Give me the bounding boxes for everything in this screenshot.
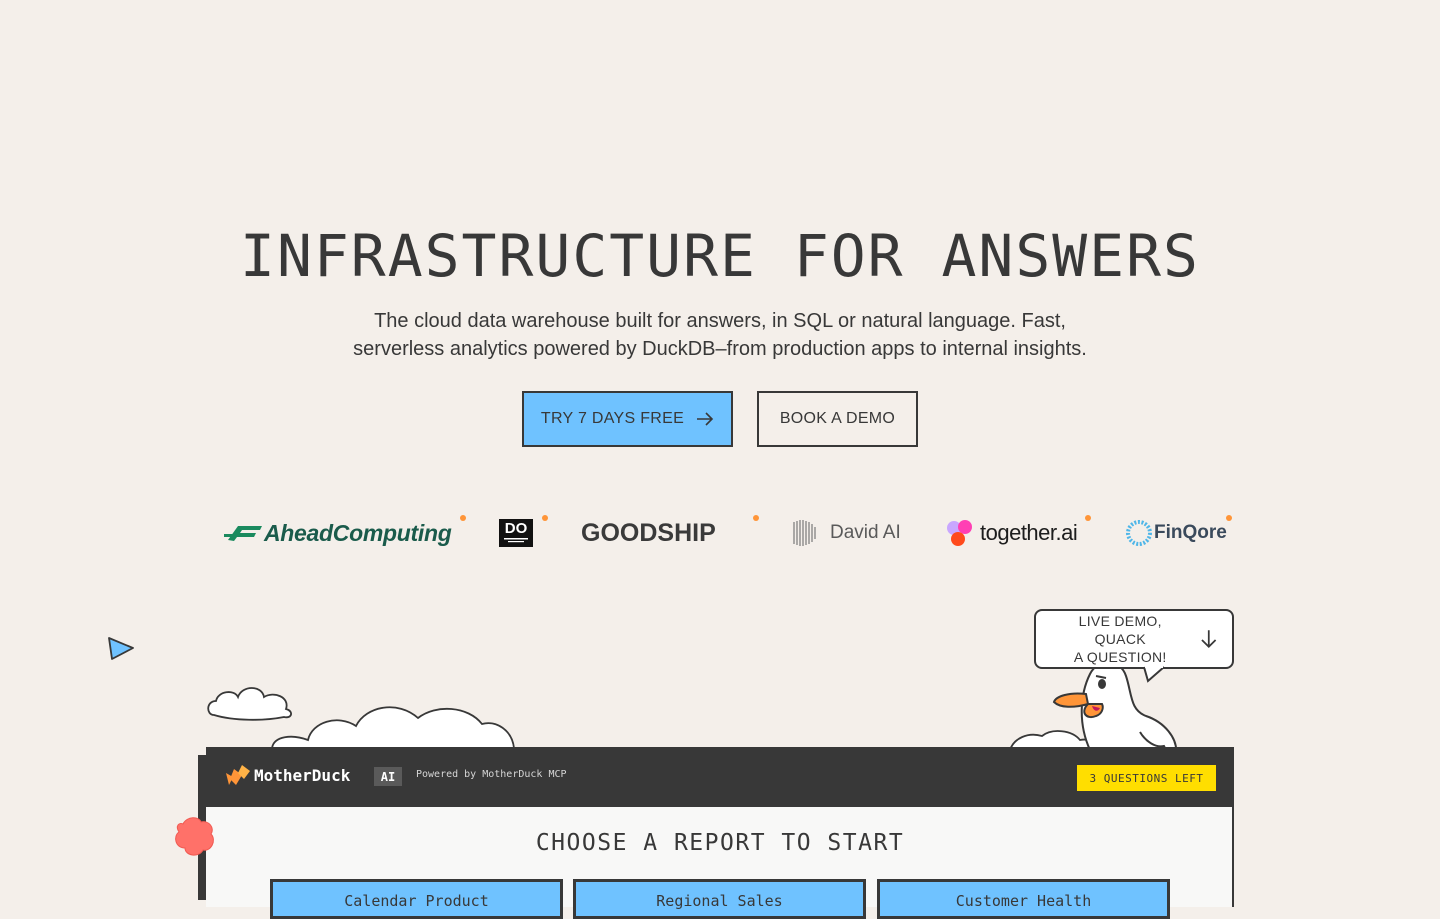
do-something-subtext-icon <box>504 538 528 543</box>
live-demo-callout[interactable]: LIVE DEMO, QUACK A QUESTION! <box>1034 609 1234 669</box>
live-demo-line2: A QUESTION! <box>1073 649 1167 665</box>
together-ai-logo[interactable]: together.ai <box>944 505 1091 561</box>
report-card-label: Calendar Product <box>344 892 489 910</box>
together-ai-mark-icon <box>947 520 972 546</box>
live-demo-line1: LIVE DEMO, QUACK <box>1078 613 1162 647</box>
finqore-mark-icon <box>1126 520 1152 546</box>
hero-title: INFRASTRUCTURE FOR ANSWERS <box>240 222 1200 290</box>
report-card-regional-sales[interactable]: Regional Sales <box>573 879 866 919</box>
logo-dot <box>460 515 466 521</box>
report-card-label: Customer Health <box>955 892 1092 910</box>
live-demo-callout-text: LIVE DEMO, QUACK A QUESTION! <box>1052 612 1188 666</box>
motherduck-brand: MotherDuck <box>254 766 351 785</box>
choose-report-title: CHOOSE A REPORT TO START <box>535 830 905 856</box>
book-demo-label: BOOK A DEMO <box>779 410 896 427</box>
customer-logos: AheadComputing DO GOODSHIP David AI toge… <box>0 505 1440 565</box>
hero-subtitle-line1: The cloud data warehouse built for answe… <box>374 310 1066 332</box>
questions-left-badge: 3 QUESTIONS LEFT <box>1077 765 1216 791</box>
powered-by-text: Powered by MotherDuck MCP <box>416 769 567 780</box>
motherduck-logo-icon <box>226 765 250 785</box>
david-ai-logo[interactable]: David AI <box>792 505 901 561</box>
report-card-customer-health[interactable]: Customer Health <box>877 879 1170 919</box>
hero-subtitle-line2: serverless analytics powered by DuckDB–f… <box>353 338 1087 360</box>
logo-dot <box>1226 515 1232 521</box>
report-card-calendar-product[interactable]: Calendar Product <box>270 879 563 919</box>
do-something-logo[interactable]: DO <box>499 505 548 561</box>
large-cloud-icon <box>271 706 515 749</box>
finqore-text: FinQore <box>1154 522 1227 543</box>
ai-badge: AI <box>374 767 402 786</box>
ahead-computing-mark-icon <box>224 526 262 541</box>
finqore-logo[interactable]: FinQore <box>1124 505 1232 561</box>
callout-tail <box>1143 665 1165 683</box>
logo-dot <box>542 515 548 521</box>
report-card-label: Regional Sales <box>656 892 783 910</box>
do-something-text: DO <box>504 520 528 537</box>
hero-subtitle: The cloud data warehouse built for answe… <box>300 307 1140 363</box>
try-free-button[interactable]: TRY 7 DAYS FREE <box>522 391 733 447</box>
arrow-right-icon <box>697 412 714 426</box>
ahead-computing-text: AheadComputing <box>264 519 452 546</box>
red-blob-icon <box>175 817 214 856</box>
book-demo-button[interactable]: BOOK A DEMO <box>757 391 918 447</box>
goodship-logo[interactable]: GOODSHIP <box>581 505 759 561</box>
ahead-computing-logo[interactable]: AheadComputing <box>224 505 466 561</box>
logo-dot <box>1085 515 1091 521</box>
david-ai-mark-icon <box>793 520 816 546</box>
logo-dot <box>753 515 759 521</box>
paper-plane-icon <box>108 637 134 660</box>
together-ai-text: together.ai <box>980 520 1078 545</box>
goodship-text: GOODSHIP <box>581 518 716 547</box>
try-free-label: TRY 7 DAYS FREE <box>540 410 685 427</box>
arrow-down-icon <box>1201 630 1217 649</box>
david-ai-text: David AI <box>830 522 901 543</box>
